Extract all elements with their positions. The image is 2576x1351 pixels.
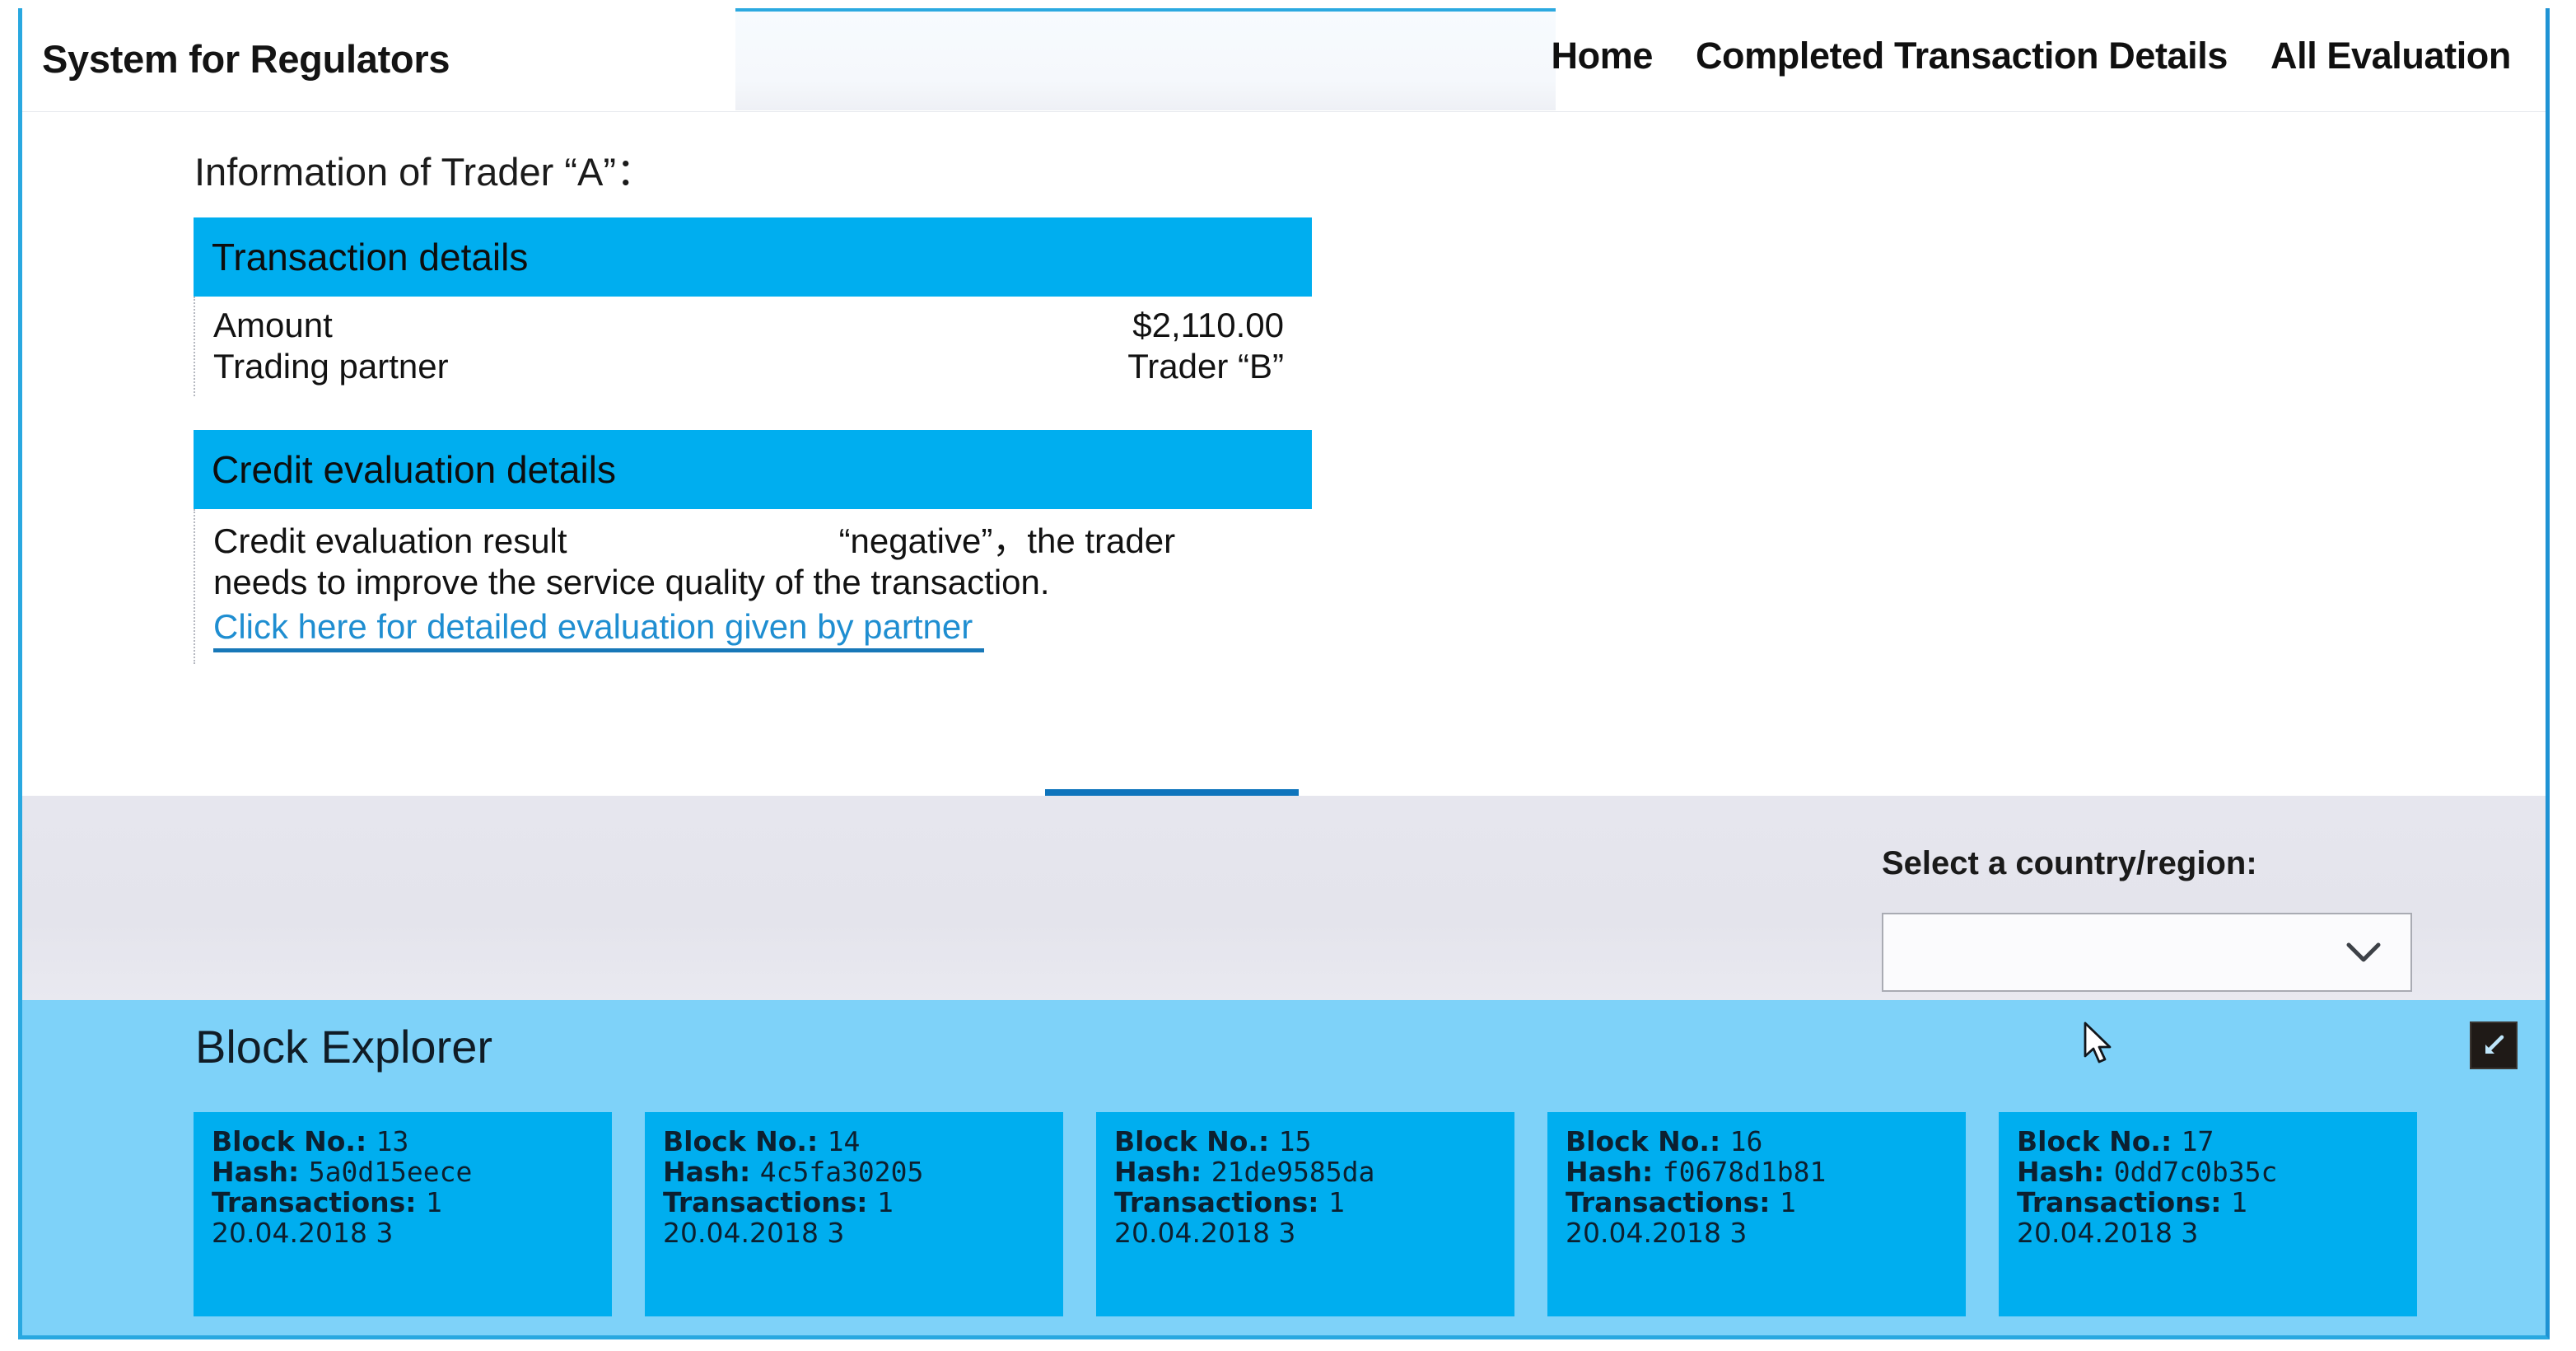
block-card[interactable]: Block No.: 14 Hash: 4c5fa30205 Transacti… <box>645 1112 1063 1316</box>
block-hash-value: 4c5fa30205 <box>759 1155 924 1188</box>
block-number-label: Block No.: <box>663 1125 828 1157</box>
block-number-label: Block No.: <box>2017 1125 2182 1157</box>
transaction-details-card: Transaction details Amount $2,110.00 Tra… <box>194 217 1312 397</box>
region-select-label: Select a country/region: <box>1882 845 2257 881</box>
block-card[interactable]: Block No.: 13 Hash: 5a0d15eece Transacti… <box>194 1112 612 1316</box>
trading-partner-value: Trader “B” <box>1127 346 1284 386</box>
block-date-value: 20.04.2018 3 <box>1566 1216 1748 1249</box>
app-header: System for Regulators Home Completed Tra… <box>22 8 2546 112</box>
block-number-line: Block No.: 17 <box>2017 1125 2417 1157</box>
block-explorer-title: Block Explorer <box>195 1021 493 1073</box>
block-transactions-label: Transactions: <box>1114 1185 1328 1218</box>
block-hash-value: f0678d1b81 <box>1662 1155 1827 1188</box>
block-number-label: Block No.: <box>1566 1125 1730 1157</box>
block-card[interactable]: Block No.: 17 Hash: 0dd7c0b35c Transacti… <box>1999 1112 2417 1316</box>
nav-item-completed-transaction-details[interactable]: Completed Transaction Details <box>1674 35 2249 77</box>
block-transactions-label: Transactions: <box>2017 1185 2231 1218</box>
block-transactions-label: Transactions: <box>663 1185 877 1218</box>
block-hash-line: Hash: 0dd7c0b35c <box>2017 1157 2417 1188</box>
block-hash-label: Hash: <box>1114 1155 1211 1188</box>
block-hash-line: Hash: 21de9585da <box>1114 1157 1514 1188</box>
block-hash-label: Hash: <box>663 1155 760 1188</box>
block-transactions-value: 1 <box>1779 1185 1796 1218</box>
block-transactions-value: 1 <box>876 1185 894 1218</box>
block-hash-label: Hash: <box>1566 1155 1663 1188</box>
block-number-value: 16 <box>1729 1125 1763 1157</box>
credit-detail-link-wrapper: Click here for detailed evaluation given… <box>195 604 1312 652</box>
transaction-details-header-label: Transaction details <box>212 236 529 278</box>
block-hash-value: 0dd7c0b35c <box>2113 1155 2278 1188</box>
main-navigation: Home Completed Transaction Details All E… <box>1530 35 2532 77</box>
block-transactions-value: 1 <box>2230 1185 2247 1218</box>
block-date-value: 20.04.2018 3 <box>212 1216 394 1249</box>
transaction-row-trading-partner: Trading partner Trader “B” <box>195 346 1312 387</box>
chevron-down-icon <box>2346 942 2410 963</box>
block-hash-value: 5a0d15eece <box>308 1155 473 1188</box>
block-card[interactable]: Block No.: 15 Hash: 21de9585da Transacti… <box>1096 1112 1514 1316</box>
block-number-value: 13 <box>376 1125 409 1157</box>
block-hash-label: Hash: <box>2017 1155 2114 1188</box>
block-transactions-label: Transactions: <box>1566 1185 1780 1218</box>
block-number-line: Block No.: 16 <box>1566 1125 1966 1157</box>
amount-label: Amount <box>213 306 333 344</box>
brand-title: System for Regulators <box>42 37 450 81</box>
block-transactions-value: 1 <box>1328 1185 1345 1218</box>
credit-evaluation-body: Credit evaluation result “negative”，the … <box>194 509 1312 664</box>
header-tab-strip <box>735 8 1556 110</box>
block-transactions-line: Transactions: 1 <box>1114 1185 1514 1218</box>
main-content: Information of Trader “A”： Transaction d… <box>22 112 2546 878</box>
block-transactions-label: Transactions: <box>212 1185 426 1218</box>
block-transactions-line: Transactions: 1 <box>212 1185 612 1218</box>
block-hash-label: Hash: <box>212 1155 309 1188</box>
block-transactions-line: Transactions: 1 <box>663 1185 1063 1218</box>
block-number-line: Block No.: 13 <box>212 1125 612 1157</box>
credit-result-value: “negative”，the trader <box>838 521 1176 560</box>
transaction-details-header: Transaction details <box>194 217 1312 297</box>
block-hash-line: Hash: f0678d1b81 <box>1566 1157 1966 1188</box>
block-number-label: Block No.: <box>1114 1125 1279 1157</box>
trader-info-title-box: Information of Trader “A”： <box>175 130 899 206</box>
block-number-label: Block No.: <box>212 1125 376 1157</box>
block-hash-value: 21de9585da <box>1211 1155 1375 1188</box>
credit-evaluation-header-label: Credit evaluation details <box>212 448 616 491</box>
page-title: Information of Trader “A”： <box>194 149 655 194</box>
block-transactions-line: Transactions: 1 <box>1566 1185 1966 1218</box>
credit-result-continuation: needs to improve the service quality of … <box>213 563 1050 602</box>
detailed-evaluation-link[interactable]: Click here for detailed evaluation given… <box>213 607 985 652</box>
block-date-value: 20.04.2018 3 <box>2017 1216 2199 1249</box>
country-region-select[interactable] <box>1882 913 2412 992</box>
block-hash-line: Hash: 5a0d15eece <box>212 1157 612 1188</box>
transaction-details-body: Amount $2,110.00 Trading partner Trader … <box>194 297 1312 397</box>
block-card-list: Block No.: 13 Hash: 5a0d15eece Transacti… <box>194 1112 2417 1316</box>
credit-result-spacer <box>567 521 839 562</box>
block-hash-line: Hash: 4c5fa30205 <box>663 1157 1063 1188</box>
transaction-row-amount: Amount $2,110.00 <box>195 305 1312 346</box>
region-selector-band: Select a country/region: <box>22 796 2546 1000</box>
amount-value: $2,110.00 <box>1132 306 1284 344</box>
credit-evaluation-header: Credit evaluation details <box>194 430 1312 509</box>
block-date-value: 20.04.2018 3 <box>1114 1216 1296 1249</box>
nav-item-all-evaluation[interactable]: All Evaluation <box>2249 35 2532 77</box>
block-date-value: 20.04.2018 3 <box>663 1216 845 1249</box>
block-number-line: Block No.: 15 <box>1114 1125 1514 1157</box>
block-number-value: 17 <box>2181 1125 2214 1157</box>
block-number-line: Block No.: 14 <box>663 1125 1063 1157</box>
trading-partner-label: Trading partner <box>213 346 449 386</box>
arrow-down-left-icon[interactable] <box>2470 1021 2518 1069</box>
block-transactions-line: Transactions: 1 <box>2017 1185 2417 1218</box>
block-transactions-value: 1 <box>425 1185 442 1218</box>
credit-result-label: Credit evaluation result <box>213 521 567 560</box>
block-explorer-panel: Block Explorer Block No.: 13 Hash: 5a0d1… <box>22 1000 2546 1335</box>
nav-item-home[interactable]: Home <box>1530 35 1674 77</box>
block-number-value: 15 <box>1278 1125 1312 1157</box>
block-number-value: 14 <box>827 1125 861 1157</box>
block-card[interactable]: Block No.: 16 Hash: f0678d1b81 Transacti… <box>1547 1112 1966 1316</box>
application-frame: System for Regulators Home Completed Tra… <box>18 8 2550 1339</box>
credit-evaluation-card: Credit evaluation details Credit evaluat… <box>194 430 1312 664</box>
credit-result-line: Credit evaluation result “negative”，the … <box>195 521 1312 562</box>
